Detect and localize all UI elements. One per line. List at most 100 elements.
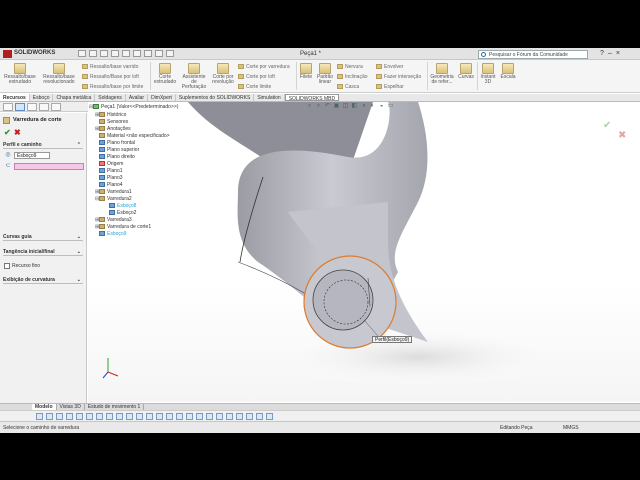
search-input[interactable]: Pesquisar o Fórum da Comunidade (478, 50, 588, 59)
tree-item-material[interactable]: Material <não especificado> (95, 133, 170, 140)
property-manager-tab-icon[interactable] (15, 103, 25, 111)
dimxpert-tab-icon[interactable] (39, 103, 49, 111)
tree-item-plano-superior[interactable]: Plano superior (95, 147, 139, 154)
reference-geometry-button[interactable]: Geometria de refer... (429, 63, 455, 85)
boundary-cut-button[interactable]: Corte limite (238, 84, 271, 90)
curvature-display-group[interactable]: Exibição de curvatura ⌄ (3, 276, 83, 284)
profile-path-group[interactable]: Perfil e caminho ⌃ (3, 141, 83, 149)
tab-dimxpert[interactable]: DimXpert (148, 94, 176, 101)
view-orientation-icon[interactable]: ◫ (342, 103, 349, 110)
swept-cut-button[interactable]: Corte por varredura (238, 64, 290, 70)
tab-chapa-metalica[interactable]: Chapa metálica (53, 94, 96, 101)
mirror-button[interactable]: Espelhar (376, 84, 404, 90)
tree-item-esboco9[interactable]: Esboço9 (95, 231, 126, 238)
curves-button[interactable]: Curvas (457, 63, 475, 80)
filter-icon[interactable] (236, 413, 243, 420)
lofted-boss-button[interactable]: Ressalto/Base por loft (82, 74, 139, 80)
wrap-button[interactable]: Envolver (376, 64, 403, 70)
zoom-area-icon[interactable]: ⌕ (315, 103, 322, 110)
units-selector[interactable]: MMGS (563, 425, 579, 431)
tree-item-origem[interactable]: Origem (95, 161, 123, 168)
close-icon[interactable]: × (616, 50, 620, 57)
filter-icon[interactable] (36, 413, 43, 420)
appearance-icon[interactable]: ◐ (369, 103, 376, 110)
filter-icon[interactable] (76, 413, 83, 420)
instant3d-button[interactable]: Instant 3D (479, 63, 497, 85)
filter-icon[interactable] (186, 413, 193, 420)
filter-icon[interactable] (116, 413, 123, 420)
extruded-cut-button[interactable]: Corte extrudado (152, 63, 178, 85)
filter-icon[interactable] (86, 413, 93, 420)
filter-icon[interactable] (176, 413, 183, 420)
revolved-boss-button[interactable]: Ressalto/base revolucionado (40, 63, 78, 85)
linear-pattern-button[interactable]: Padrão linear (315, 63, 335, 85)
filter-icon[interactable] (226, 413, 233, 420)
hole-wizard-button[interactable]: Assistente de Perfuração (180, 63, 208, 90)
undo-icon[interactable] (133, 50, 141, 57)
tab-esboco[interactable]: Esboço (30, 94, 54, 101)
hide-show-icon[interactable]: ◑ (360, 103, 367, 110)
filter-icon[interactable] (146, 413, 153, 420)
filter-icon[interactable] (206, 413, 213, 420)
ok-check-icon[interactable]: ✔ (4, 128, 11, 137)
configuration-tab-icon[interactable] (27, 103, 37, 111)
section-view-icon[interactable]: ▣ (333, 103, 340, 110)
tree-item-varredura2[interactable]: ⊟ Varredura2 (95, 196, 132, 203)
swept-boss-button[interactable]: Ressalto/base varrido (82, 64, 138, 70)
filter-icon[interactable] (46, 413, 53, 420)
previous-view-icon[interactable]: ↶ (324, 103, 331, 110)
feature-tree-tab-icon[interactable] (3, 103, 13, 111)
display-style-icon[interactable]: ◧ (351, 103, 358, 110)
tree-item-esboco2[interactable]: Esboço2 (105, 210, 136, 217)
solidworks-logo[interactable]: SOLIDWORKS (3, 50, 55, 58)
tree-item-esboco8[interactable]: Esboço8 (105, 203, 136, 210)
tree-item-historico[interactable]: ⊞ Histórico (95, 112, 126, 119)
tab-recursos[interactable]: Recursos (0, 94, 30, 101)
guide-curves-group[interactable]: Curvas guia ⌄ (3, 233, 83, 241)
confirm-ok-icon[interactable]: ✔ (603, 120, 611, 131)
tree-item-anotacoes[interactable]: ⊞ Anotações (95, 126, 131, 133)
open-icon[interactable] (100, 50, 108, 57)
filter-icon[interactable] (96, 413, 103, 420)
tree-item-plano4[interactable]: Plano4 (95, 182, 123, 189)
filter-icon[interactable] (266, 413, 273, 420)
filter-icon[interactable] (66, 413, 73, 420)
zoom-to-fit-icon[interactable]: ⌕ (306, 103, 313, 110)
scene-icon[interactable]: ◒ (378, 103, 385, 110)
tree-item-sensores[interactable]: Sensores (95, 119, 128, 126)
tree-root[interactable]: ⊟ Peça1 (Valor<<Predeterminado>>) (89, 104, 178, 111)
save-icon[interactable] (111, 50, 119, 57)
cancel-x-icon[interactable]: ✖ (14, 128, 21, 137)
boundary-boss-button[interactable]: Ressalto/base por limite (82, 84, 143, 90)
tree-item-varredura-de-corte1[interactable]: ⊞ Varredura de corte1 (95, 224, 151, 231)
home-icon[interactable] (78, 50, 86, 57)
fillet-button[interactable]: Filete (298, 63, 314, 80)
tree-item-plano3[interactable]: Plano3 (95, 175, 123, 182)
new-document-icon[interactable] (89, 50, 97, 57)
tree-item-varredura1[interactable]: ⊞ Varredura1 (95, 189, 132, 196)
tab-avaliar[interactable]: Avaliar (126, 94, 149, 101)
options-icon[interactable] (166, 50, 174, 57)
filter-icon[interactable] (166, 413, 173, 420)
select-icon[interactable] (144, 50, 152, 57)
filter-icon[interactable] (56, 413, 63, 420)
shell-button[interactable]: Casca (337, 84, 359, 90)
help-icon[interactable]: ? (600, 50, 604, 57)
rib-button[interactable]: Nervura (337, 64, 363, 70)
tab-suplementos[interactable]: Suplementos do SOLIDWORKS (176, 94, 255, 101)
minimize-icon[interactable]: – (608, 50, 612, 57)
profile-callout[interactable]: Perfil(Esboço9) (372, 336, 413, 343)
tree-item-varredura3[interactable]: ⊞ Varredura3 (95, 217, 132, 224)
tree-item-plano-frontal[interactable]: Plano frontal (95, 140, 135, 147)
intersect-button[interactable]: Fazer interseção (376, 74, 421, 80)
path-field[interactable] (14, 163, 84, 170)
filter-icon[interactable] (196, 413, 203, 420)
extruded-boss-button[interactable]: Ressalto/base extrudado (4, 63, 36, 85)
filter-icon[interactable] (136, 413, 143, 420)
view-settings-icon[interactable]: ▭ (387, 103, 394, 110)
print-icon[interactable] (122, 50, 130, 57)
filter-icon[interactable] (106, 413, 113, 420)
draft-button[interactable]: Inclinação (337, 74, 368, 80)
graphics-area[interactable]: ⌕ ⌕ ↶ ▣ ◫ ◧ ◑ ◐ ◒ ▭ ✔ ✖ Perfil(Esboço9) … (88, 102, 640, 402)
rebuild-icon[interactable] (155, 50, 163, 57)
